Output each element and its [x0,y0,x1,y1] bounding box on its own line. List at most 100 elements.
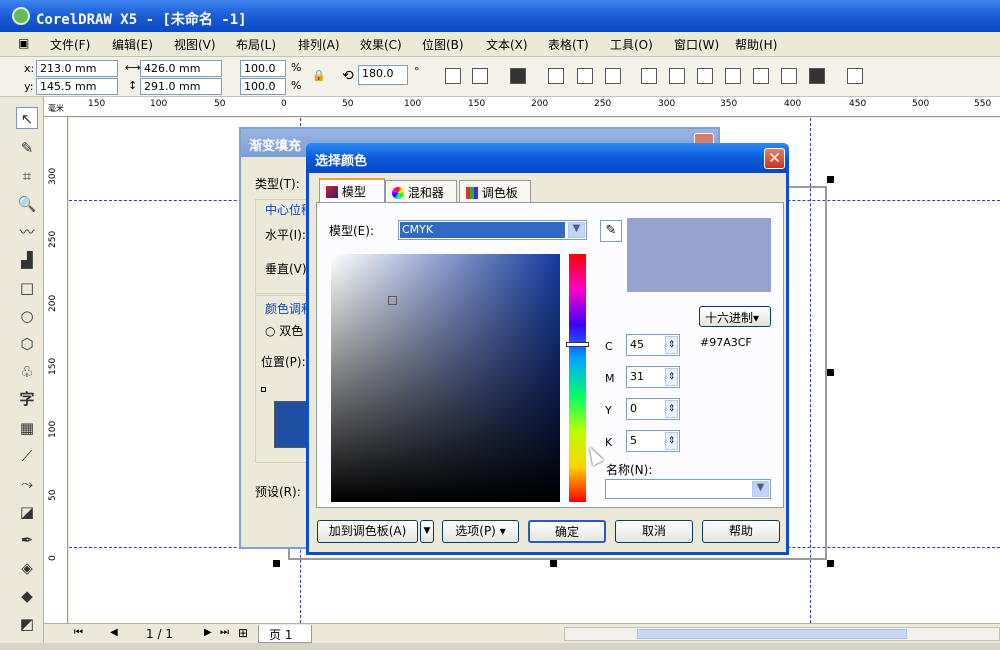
scale-y-input[interactable]: 100.0 [240,78,286,95]
add-page-icon[interactable]: ⊞ [238,626,248,640]
simplify-icon[interactable] [725,68,741,84]
color-picker-area[interactable] [331,254,560,502]
gradient-node[interactable] [261,387,266,392]
tab-model-label: 模型 [341,185,366,199]
help-button[interactable]: 帮助 [702,520,780,543]
lock-ratio-icon[interactable]: 🔒 [312,69,326,82]
menu-table[interactable]: 表格(T) [548,36,589,53]
horizontal-scrollbar[interactable] [564,627,1000,641]
y-position-input[interactable]: 145.5 mm [36,78,118,95]
scale-x-input[interactable]: 100.0 [240,60,286,77]
name-select[interactable]: ▼ [605,479,771,499]
table-tool-icon[interactable]: ▦ [16,417,38,439]
chevron-down-icon[interactable]: ▼ [568,222,585,238]
mirror-horizontal-icon[interactable] [445,68,461,84]
weld-icon[interactable] [641,68,657,84]
hex-button[interactable]: 十六进制▾ [699,306,771,327]
rectangle-tool-icon[interactable]: □ [16,277,38,299]
tab-mixer[interactable]: 混和器 [385,180,457,202]
ungroup-all-icon[interactable] [605,68,621,84]
scrollbar-thumb[interactable] [637,629,907,639]
next-page-icon[interactable]: ▶ [204,627,212,638]
spinner-icon[interactable]: ⇕ [665,432,678,450]
previous-page-icon[interactable]: ◀ [110,627,118,638]
menu-help[interactable]: 帮助(H) [735,36,777,53]
first-page-icon[interactable]: ⏮ [74,627,83,638]
menu-window[interactable]: 窗口(W) [674,36,719,53]
menu-effects[interactable]: 效果(C) [360,36,402,53]
intersect-icon[interactable] [697,68,713,84]
menu-bitmaps[interactable]: 位图(B) [422,36,464,53]
zoom-tool-icon[interactable]: 🔍 [16,193,38,215]
select-color-dialog: 选择颜色 ✕ 模型 混和器 调色板 模型(E): CMYK ▼ ✎ 十六进制▾ … [306,143,789,555]
color-picker-cursor[interactable] [388,296,397,305]
model-select[interactable]: CMYK ▼ [398,220,587,240]
options-button[interactable]: 选项(P) ▾ [442,520,519,543]
freehand-tool-icon[interactable]: 〰 [16,221,38,243]
basic-shapes-tool-icon[interactable]: ♧ [16,361,38,383]
crop-tool-icon[interactable]: ⌗ [16,165,38,187]
add-to-palette-button[interactable]: 加到调色板(A) [317,520,418,543]
m-input[interactable]: 31 ⇕ [626,366,680,388]
tab-model[interactable]: 模型 [319,178,385,203]
rotation-input[interactable]: 180.0 [358,65,408,85]
height-input[interactable]: 291.0 mm [140,78,222,95]
pick-tool-icon[interactable]: ↖ [16,107,38,129]
color-close-icon[interactable]: ✕ [764,148,785,169]
selection-handle[interactable] [827,176,834,183]
two-color-radio[interactable]: ○ 双色 [265,322,303,339]
selection-handle[interactable] [827,369,834,376]
x-position-input[interactable]: 213.0 mm [36,60,118,77]
smart-fill-tool-icon[interactable]: ▟ [16,249,38,271]
horizontal-ruler[interactable]: 150 100 50 0 50 100 150 200 250 300 350 … [44,97,1000,117]
back-minus-front-icon[interactable] [781,68,797,84]
vertical-ruler[interactable]: 300 250 200 150 100 50 0 [44,117,68,623]
selection-handle[interactable] [273,560,280,567]
cancel-button[interactable]: 取消 [615,520,693,543]
selection-handle[interactable] [550,560,557,567]
spinner-icon[interactable]: ⇕ [665,368,678,386]
hue-slider-handle[interactable] [566,342,589,347]
chevron-down-icon[interactable]: ▼ [752,481,769,497]
outline-icon[interactable] [510,68,526,84]
polygon-tool-icon[interactable]: ⬡ [16,333,38,355]
interactive-fill-tool-icon[interactable]: ◩ [16,613,38,635]
ellipse-tool-icon[interactable]: ○ [16,305,38,327]
fill-tool-icon[interactable]: ◆ [16,585,38,607]
last-page-icon[interactable]: ⏭ [220,627,229,638]
tab-palette[interactable]: 调色板 [459,180,531,202]
trim-icon[interactable] [669,68,685,84]
ungroup-icon[interactable] [577,68,593,84]
connector-tool-icon[interactable]: ⤳ [16,473,38,495]
align-distribute-icon[interactable] [847,68,863,84]
menu-arrange[interactable]: 排列(A) [298,36,340,53]
group-icon[interactable] [548,68,564,84]
spinner-icon[interactable]: ⇕ [665,400,678,418]
menu-edit[interactable]: 编辑(E) [112,36,153,53]
blend-tool-icon[interactable]: ◪ [16,501,38,523]
k-input[interactable]: 5 ⇕ [626,430,680,452]
spinner-icon[interactable]: ⇕ [665,336,678,354]
menu-view[interactable]: 视图(V) [174,36,216,53]
dimension-tool-icon[interactable]: ⟋ [16,445,38,467]
page-tab[interactable]: 页 1 [258,625,312,643]
front-minus-back-icon[interactable] [753,68,769,84]
menu-file[interactable]: 文件(F) [50,36,90,53]
hue-slider[interactable] [569,254,586,502]
mirror-vertical-icon[interactable] [472,68,488,84]
outline-pen-tool-icon[interactable]: ◈ [16,557,38,579]
create-boundary-icon[interactable] [809,68,825,84]
selection-handle[interactable] [827,560,834,567]
shape-tool-icon[interactable]: ✎ [16,137,38,159]
menu-tools[interactable]: 工具(O) [610,36,653,53]
c-input[interactable]: 45 ⇕ [626,334,680,356]
text-tool-icon[interactable]: 字 [16,388,38,410]
eyedropper-tool-icon[interactable]: ✒ [16,529,38,551]
add-to-palette-dropdown-icon[interactable]: ▼ [420,520,434,543]
menu-layout[interactable]: 布局(L) [236,36,276,53]
width-input[interactable]: 426.0 mm [140,60,222,77]
eyedropper-icon[interactable]: ✎ [600,220,622,242]
y-input[interactable]: 0 ⇕ [626,398,680,420]
ok-button[interactable]: 确定 [528,520,606,543]
menu-text[interactable]: 文本(X) [486,36,528,53]
